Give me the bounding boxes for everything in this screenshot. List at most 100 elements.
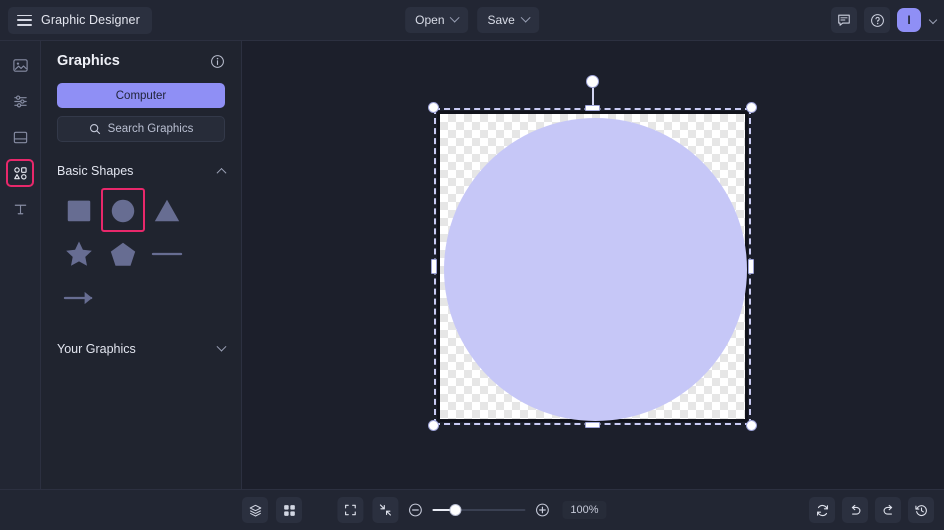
help-circle-icon — [870, 13, 884, 27]
rotate-stem — [591, 88, 594, 105]
redo-button[interactable] — [875, 497, 901, 523]
refresh-icon — [816, 504, 828, 516]
zoom-controls: 100% — [337, 497, 607, 523]
page-title: Graphics — [57, 53, 120, 69]
zoom-out-icon — [409, 503, 422, 517]
circle-icon — [111, 199, 135, 223]
top-bar: Graphic Designer Open Save I — [0, 0, 944, 41]
sidebar-item-layout[interactable] — [6, 123, 34, 151]
app-title: Graphic Designer — [41, 13, 140, 27]
line-icon — [151, 252, 183, 256]
shape-pentagon[interactable] — [101, 232, 145, 276]
handle-top-right[interactable] — [746, 102, 757, 113]
zoom-in-icon — [536, 503, 549, 517]
layers-icon — [249, 504, 261, 516]
reset-button[interactable] — [809, 497, 835, 523]
chevron-down-icon[interactable] — [928, 15, 938, 25]
handle-bottom-right[interactable] — [746, 420, 757, 431]
open-button-label: Open — [415, 13, 445, 27]
pentagon-icon — [110, 242, 136, 266]
sidebar-item-images[interactable] — [6, 51, 34, 79]
section-basic-shapes-header[interactable]: Basic Shapes — [57, 164, 227, 178]
redo-icon — [883, 504, 892, 515]
zoom-slider[interactable] — [432, 503, 526, 517]
handle-bottom-left[interactable] — [428, 420, 439, 431]
grid-button[interactable] — [276, 497, 302, 523]
handle-bottom-center[interactable] — [585, 422, 600, 428]
chevron-down-icon[interactable] — [216, 341, 227, 352]
open-button[interactable]: Open — [405, 7, 469, 33]
comment-icon — [838, 14, 850, 26]
layout-icon — [13, 131, 27, 143]
app-menu-button[interactable]: Graphic Designer — [8, 6, 152, 34]
comment-button[interactable] — [831, 7, 857, 33]
zoom-slider-thumb[interactable] — [449, 504, 462, 516]
section-your-graphics-title: Your Graphics — [57, 342, 136, 356]
help-button[interactable] — [864, 7, 890, 33]
avatar[interactable]: I — [897, 8, 921, 32]
section-your-graphics-header[interactable]: Your Graphics — [57, 341, 227, 356]
image-icon — [12, 58, 28, 72]
zoom-level-label: 100% — [562, 501, 607, 519]
section-basic-shapes-title: Basic Shapes — [57, 164, 134, 178]
fit-frame-button[interactable] — [337, 497, 364, 523]
info-icon — [211, 54, 224, 68]
shape-line[interactable] — [145, 232, 189, 276]
sidebar-item-graphics[interactable] — [6, 159, 34, 187]
panel-header: Graphics — [57, 53, 225, 69]
shape-star[interactable] — [57, 232, 101, 276]
shape-triangle[interactable] — [145, 188, 189, 232]
chevron-down-icon — [450, 12, 460, 23]
chevron-down-icon — [520, 12, 531, 23]
layers-button[interactable] — [242, 497, 268, 523]
history-button[interactable] — [908, 497, 934, 523]
top-right-actions: I — [831, 7, 938, 33]
selection-outline — [434, 108, 751, 425]
zoom-out-button[interactable] — [407, 502, 423, 518]
fit-screen-icon — [379, 504, 391, 516]
grid-icon — [283, 504, 295, 516]
graphics-panel: Graphics Computer Search Graphics Basic … — [41, 41, 242, 489]
sidebar-item-adjust[interactable] — [6, 87, 34, 115]
chevron-up-icon[interactable] — [216, 167, 227, 178]
fit-screen-button[interactable] — [372, 497, 399, 523]
handle-top-center[interactable] — [585, 105, 600, 111]
app-body: Graphics Computer Search Graphics Basic … — [0, 41, 944, 489]
handle-middle-right[interactable] — [748, 259, 754, 274]
bottom-bar: 100% — [0, 489, 944, 530]
sidebar-item-text[interactable] — [6, 195, 34, 223]
sliders-icon — [13, 95, 27, 107]
info-button[interactable] — [210, 54, 225, 69]
handle-top-left[interactable] — [428, 102, 439, 113]
shape-square[interactable] — [57, 188, 101, 232]
save-button-label: Save — [487, 13, 515, 27]
arrow-icon — [63, 291, 93, 305]
shape-arrow[interactable] — [57, 276, 101, 320]
undo-button[interactable] — [842, 497, 868, 523]
bottom-left-tools — [242, 497, 302, 523]
basic-shapes-grid — [57, 188, 225, 320]
canvas-area[interactable] — [242, 41, 944, 489]
save-button[interactable]: Save — [477, 7, 539, 33]
history-icon — [914, 504, 927, 516]
shape-circle[interactable] — [101, 188, 145, 232]
rotate-handle[interactable] — [586, 75, 599, 88]
file-actions: Open Save — [405, 7, 539, 33]
search-icon — [89, 123, 100, 135]
zoom-in-button[interactable] — [534, 502, 550, 518]
selected-object-wrapper[interactable] — [428, 75, 757, 431]
hamburger-icon[interactable] — [17, 14, 32, 26]
shapes-grid-icon — [13, 166, 27, 180]
square-icon — [67, 200, 91, 222]
app-root: Graphic Designer Open Save I Graphics Co… — [0, 0, 944, 530]
text-icon — [14, 204, 26, 214]
search-input[interactable]: Search Graphics — [57, 116, 225, 142]
fit-frame-icon — [345, 504, 356, 516]
history-controls — [809, 497, 934, 523]
triangle-icon — [154, 199, 180, 222]
undo-icon — [851, 504, 860, 515]
computer-button[interactable]: Computer — [57, 83, 225, 108]
star-icon — [66, 241, 92, 266]
handle-middle-left[interactable] — [431, 259, 437, 274]
tool-rail — [0, 41, 41, 489]
